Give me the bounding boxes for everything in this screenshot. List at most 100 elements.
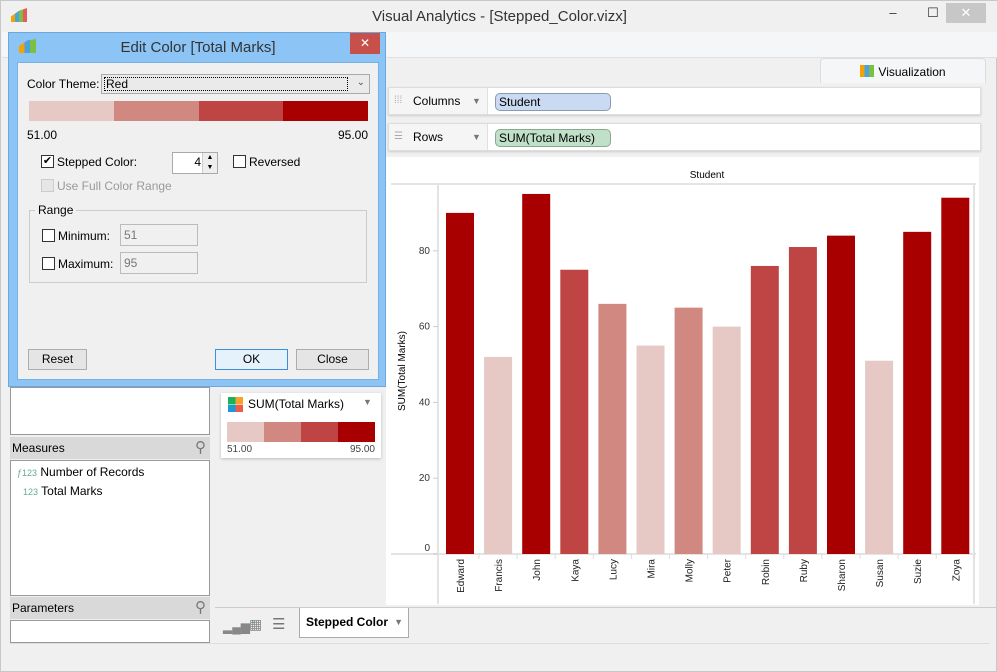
use-full-range-checkbox[interactable] bbox=[41, 179, 54, 192]
search-icon[interactable]: ⚲ bbox=[195, 597, 206, 619]
x-tick-label: Zoya bbox=[951, 559, 962, 582]
bar-john[interactable] bbox=[522, 193, 551, 554]
x-tick-label: Peter bbox=[723, 558, 734, 583]
x-tick-label: Mira bbox=[647, 559, 658, 579]
steps-value: 4 bbox=[194, 155, 201, 169]
maximum-checkbox[interactable] bbox=[42, 257, 55, 270]
color-legend-icon bbox=[228, 397, 243, 412]
x-tick-label: Susan bbox=[875, 559, 886, 587]
chart-svg: Student SUM(Total Marks) 0 20 40 60 80 Edward… bbox=[391, 170, 976, 604]
columns-shelf[interactable]: ⁞⁞⁞ Columns ▼ Student bbox=[388, 87, 981, 115]
color-theme-value: Red bbox=[104, 77, 348, 91]
bar-chart: Student SUM(Total Marks) 0 20 40 60 80 Edward… bbox=[386, 157, 979, 605]
sheet-bar: ▂▄▆+ ▦ ☰ Stepped Color ▼ bbox=[215, 607, 997, 643]
y-tick-label: 40 bbox=[419, 397, 431, 408]
steps-spinner[interactable]: 4 ▲ ▼ bbox=[172, 152, 218, 174]
reversed-checkbox[interactable] bbox=[233, 155, 246, 168]
range-group bbox=[29, 210, 367, 283]
y-tick-label: 60 bbox=[419, 322, 431, 333]
legend-max: 95.00 bbox=[349, 444, 375, 455]
parameters-list[interactable] bbox=[10, 620, 210, 643]
columns-grip-icon: ⁞⁞⁞ bbox=[394, 95, 403, 106]
y-tick-label: 20 bbox=[419, 473, 431, 484]
list-item[interactable]: ƒ123 Number of Records bbox=[11, 461, 209, 482]
columns-pill-student[interactable]: Student bbox=[495, 93, 611, 111]
chart-title: Student bbox=[690, 170, 725, 181]
chevron-down-icon[interactable]: ▼ bbox=[472, 124, 481, 150]
tab-visualization[interactable]: Visualization bbox=[820, 58, 986, 83]
bar-molly[interactable] bbox=[674, 307, 703, 554]
color-step-2 bbox=[301, 422, 338, 442]
x-tick-label: Ruby bbox=[799, 559, 810, 582]
color-legend[interactable]: SUM(Total Marks) ▼ 51.00 95.00 bbox=[221, 393, 381, 458]
bar-mira[interactable] bbox=[636, 345, 665, 554]
dialog-title: Edit Color [Total Marks] bbox=[120, 39, 276, 56]
maximize-button[interactable]: ☐ bbox=[918, 3, 948, 23]
bar-edward[interactable] bbox=[446, 212, 474, 554]
reset-button[interactable]: Reset bbox=[28, 349, 87, 370]
sheet-tab-stepped-color[interactable]: Stepped Color ▼ bbox=[299, 608, 409, 638]
dialog-close-icon[interactable]: ✕ bbox=[350, 33, 380, 54]
minimum-checkbox[interactable] bbox=[42, 229, 55, 242]
bar-sharon[interactable] bbox=[827, 235, 855, 554]
x-tick-label: Francis bbox=[494, 559, 505, 592]
range-group-label: Range bbox=[35, 203, 77, 217]
maximum-label: Maximum: bbox=[58, 257, 114, 271]
data-pane: Measures ⚲ ƒ123 Number of Records 123 Tot… bbox=[10, 387, 210, 643]
ok-button[interactable]: OK bbox=[215, 349, 288, 370]
dimensions-list[interactable] bbox=[10, 387, 210, 435]
close-window-button[interactable]: ✕ bbox=[946, 3, 986, 23]
number-icon: 123 bbox=[23, 487, 39, 497]
color-ramp-preview bbox=[29, 101, 368, 121]
range-max-label: 95.00 bbox=[337, 128, 368, 142]
title-bar: Visual Analytics - [Stepped_Color.vizx] … bbox=[1, 1, 997, 32]
chevron-down-icon[interactable]: ▼ bbox=[472, 88, 481, 114]
measures-list: ƒ123 Number of Records 123 Total Marks bbox=[10, 460, 210, 596]
close-button[interactable]: Close bbox=[296, 349, 369, 370]
color-step-1 bbox=[113, 101, 199, 121]
rows-pill-sum-total-marks[interactable]: SUM(Total Marks) bbox=[495, 129, 611, 147]
bar-francis[interactable] bbox=[484, 356, 513, 554]
legend-min: 51.00 bbox=[227, 444, 253, 455]
dialog-body: Color Theme: Red ⌄ 51.00 95.00 ✔ Stepped… bbox=[17, 62, 379, 380]
chevron-down-icon[interactable]: ▼ bbox=[363, 397, 372, 407]
color-step-2 bbox=[198, 101, 284, 121]
legend-color-ramp bbox=[227, 422, 375, 442]
legend-title: SUM(Total Marks) bbox=[248, 397, 345, 411]
range-min-label: 51.00 bbox=[27, 128, 58, 142]
rows-grip-icon: ☰ bbox=[394, 131, 403, 142]
color-theme-label: Color Theme: bbox=[27, 77, 100, 91]
list-item[interactable]: 123 Total Marks bbox=[11, 482, 209, 501]
search-icon[interactable]: ⚲ bbox=[195, 437, 206, 459]
x-tick-label: Lucy bbox=[608, 559, 619, 580]
color-theme-select[interactable]: Red ⌄ bbox=[101, 74, 370, 94]
status-bar bbox=[10, 643, 990, 667]
tab-label: Visualization bbox=[878, 65, 946, 79]
calculated-number-icon: ƒ123 bbox=[17, 468, 38, 478]
bar-suzie[interactable] bbox=[903, 231, 932, 554]
stepped-color-checkbox[interactable]: ✔ bbox=[41, 155, 54, 168]
new-dashboard-icon[interactable]: ▦ bbox=[249, 616, 262, 633]
y-tick-label: 0 bbox=[424, 543, 430, 554]
bar-ruby[interactable] bbox=[788, 247, 817, 554]
maximum-input[interactable]: 95 bbox=[120, 252, 198, 274]
minimum-label: Minimum: bbox=[58, 229, 111, 243]
columns-label: ⁞⁞⁞ Columns ▼ bbox=[389, 88, 488, 114]
stepped-color-label: Stepped Color: bbox=[57, 155, 138, 169]
parameters-header: Parameters ⚲ bbox=[10, 597, 210, 619]
bar-kaya[interactable] bbox=[560, 269, 589, 554]
y-tick-label: 80 bbox=[419, 246, 431, 257]
color-step-1 bbox=[264, 422, 301, 442]
bar-lucy[interactable] bbox=[598, 303, 627, 554]
chevron-down-icon: ▼ bbox=[394, 617, 403, 627]
sheet-list-icon[interactable]: ☰ bbox=[272, 615, 285, 633]
bar-peter[interactable] bbox=[712, 326, 741, 554]
minimize-button[interactable]: ‒ bbox=[878, 3, 908, 23]
bar-zoya[interactable] bbox=[941, 197, 970, 555]
color-step-0 bbox=[227, 422, 264, 442]
spinner-arrows-icon: ▲ ▼ bbox=[202, 153, 217, 173]
bar-robin[interactable] bbox=[750, 265, 779, 554]
rows-shelf[interactable]: ☰ Rows ▼ SUM(Total Marks) bbox=[388, 123, 981, 151]
minimum-input[interactable]: 51 bbox=[120, 224, 198, 246]
bar-susan[interactable] bbox=[865, 360, 894, 554]
